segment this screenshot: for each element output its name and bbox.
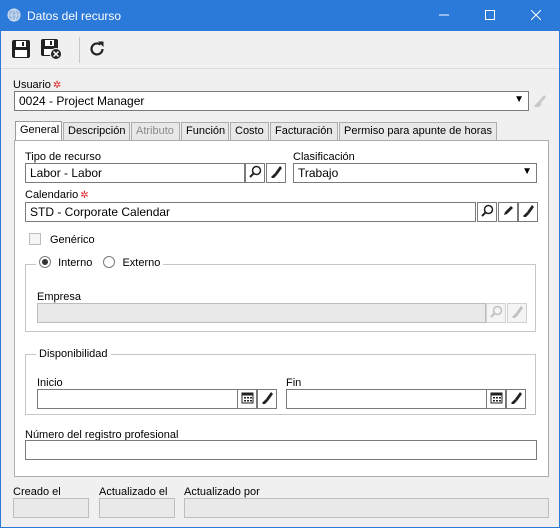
empresa-search-button — [486, 303, 506, 323]
calendario-input[interactable]: STD - Corporate Calendar — [25, 202, 476, 222]
disponibilidad-legend: Disponibilidad — [36, 348, 111, 360]
creado-label: Creado el — [13, 486, 61, 498]
chevron-down-icon: ▼ — [514, 94, 524, 105]
interno-label: Interno — [58, 257, 93, 269]
required-icon: ✲ — [52, 80, 62, 91]
toolbar — [1, 31, 559, 69]
pencil-icon — [502, 204, 515, 220]
save-and-close-button[interactable] — [37, 36, 65, 64]
inicio-label: Inicio — [37, 377, 63, 389]
externo-label: Externo — [122, 257, 161, 269]
generico-checkbox[interactable] — [29, 233, 41, 245]
usuario-select[interactable]: 0024 - Project Manager ▼ — [14, 91, 529, 111]
calendario-label-text: Calendario — [25, 189, 79, 201]
tipo-recurso-input[interactable]: Labor - Labor — [25, 163, 245, 183]
tipo-recurso-search-button[interactable] — [245, 163, 265, 183]
actualizado-el-input — [99, 498, 175, 518]
save-and-close-icon — [40, 38, 62, 63]
externo-radio[interactable] — [103, 256, 116, 269]
calendario-label: Calendario ✲ — [25, 189, 89, 201]
app-globe-icon — [7, 8, 21, 25]
search-icon — [248, 165, 262, 181]
inicio-calendar-button[interactable] — [237, 389, 257, 409]
tab-descripcion[interactable]: Descripción — [63, 122, 130, 140]
empresa-label: Empresa — [37, 291, 82, 303]
refresh-icon — [87, 39, 107, 62]
search-icon — [480, 204, 494, 220]
general-tab-panel: Tipo de recurso Labor - Labor Clasificac… — [14, 140, 549, 477]
fin-label: Fin — [286, 377, 302, 389]
origen-group: Interno Externo Empresa — [25, 256, 536, 332]
disponibilidad-group: Disponibilidad Inicio Fin — [25, 348, 536, 415]
generico-label: Genérico — [50, 234, 95, 246]
tab-permiso-apunte-horas[interactable]: Permiso para apunte de horas — [339, 122, 497, 140]
origen-legend: Interno Externo — [36, 256, 164, 271]
calendar-icon — [490, 391, 503, 407]
clasificacion-select[interactable]: Trabajo ▼ — [293, 163, 537, 183]
usuario-label-text: Usuario — [13, 79, 51, 91]
usuario-clear-button[interactable] — [530, 91, 550, 111]
save-icon — [11, 39, 31, 62]
eraser-icon — [533, 93, 547, 110]
empresa-clear-button — [507, 303, 527, 323]
calendario-edit-button[interactable] — [498, 202, 518, 222]
interno-radio[interactable] — [39, 256, 51, 269]
tab-facturacion[interactable]: Facturación — [270, 122, 338, 140]
chevron-down-icon: ▼ — [522, 166, 532, 177]
eraser-icon — [510, 391, 523, 407]
close-icon — [530, 9, 542, 23]
actualizado-el-label: Actualizado el — [99, 486, 168, 498]
minimize-button[interactable] — [421, 1, 467, 31]
empresa-input — [37, 303, 486, 323]
tab-costo[interactable]: Costo — [230, 122, 269, 140]
calendario-search-button[interactable] — [477, 202, 497, 222]
creado-input — [13, 498, 89, 518]
actualizado-por-label: Actualizado por — [184, 486, 260, 498]
clasificacion-value: Trabajo — [298, 166, 339, 180]
minimize-icon — [439, 10, 449, 23]
fin-calendar-button[interactable] — [486, 389, 506, 409]
toolbar-separator — [79, 37, 80, 63]
window-title: Datos del recurso — [27, 9, 122, 23]
eraser-icon — [522, 204, 535, 220]
save-button[interactable] — [7, 36, 35, 64]
calendar-icon — [241, 391, 254, 407]
maximize-button[interactable] — [467, 1, 513, 31]
registro-input[interactable] — [25, 440, 537, 460]
inicio-clear-button[interactable] — [257, 389, 277, 409]
usuario-value: 0024 - Project Manager — [19, 94, 145, 108]
tab-funcion[interactable]: Función — [181, 122, 229, 140]
refresh-button[interactable] — [83, 36, 111, 64]
tab-general[interactable]: General — [15, 121, 62, 141]
eraser-icon — [511, 305, 524, 321]
fin-date-input[interactable] — [286, 389, 487, 409]
inicio-date-input[interactable] — [37, 389, 238, 409]
clasificacion-label: Clasificación — [293, 151, 355, 163]
fin-clear-button[interactable] — [506, 389, 526, 409]
title-bar[interactable]: Datos del recurso — [1, 1, 559, 31]
actualizado-por-input — [184, 498, 549, 518]
eraser-icon — [261, 391, 274, 407]
usuario-label: Usuario ✲ — [13, 79, 61, 91]
close-button[interactable] — [513, 1, 559, 31]
tipo-recurso-clear-button[interactable] — [266, 163, 286, 183]
maximize-icon — [485, 9, 495, 23]
tipo-recurso-label: Tipo de recurso — [25, 151, 102, 163]
required-icon: ✲ — [80, 190, 89, 201]
eraser-icon — [270, 165, 283, 181]
calendario-clear-button[interactable] — [518, 202, 538, 222]
search-icon — [489, 305, 503, 321]
tab-atributo: Atributo — [131, 122, 180, 140]
resource-data-window: Datos del recurso Usuario ✲ 0024 - Proje… — [0, 0, 560, 528]
